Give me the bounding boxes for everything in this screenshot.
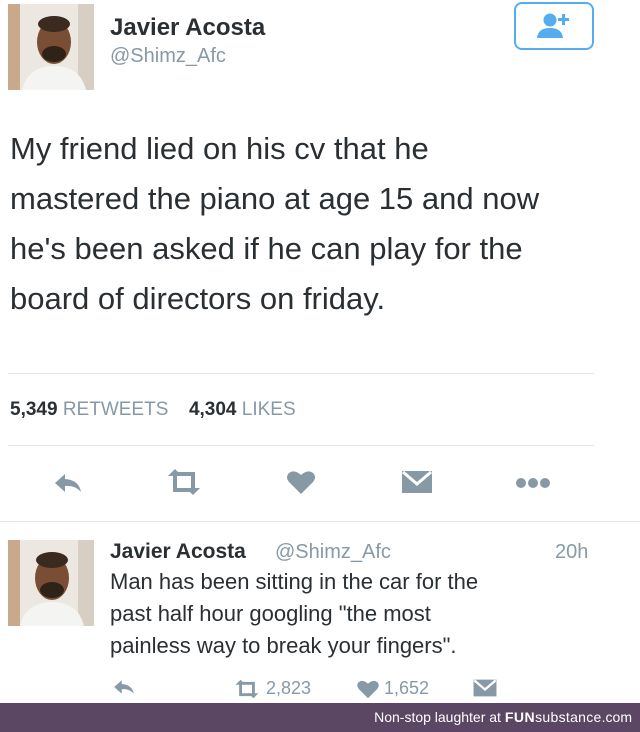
reply-text: Man has been sitting in the car for the …: [110, 566, 630, 662]
divider: [0, 521, 640, 522]
reply-retweet-button[interactable]: 2,823: [232, 678, 311, 699]
reply-button[interactable]: [50, 468, 86, 498]
reply-reply-button[interactable]: [112, 678, 140, 696]
watermark-brand-rest: substance: [535, 709, 602, 725]
direct-message-icon: [402, 470, 432, 493]
reply-retweet-count: 2,823: [266, 678, 312, 698]
tweet-stats: 5,349 RETWEETS 4,304 LIKES: [10, 399, 296, 421]
like-stat[interactable]: 4,304 LIKES: [189, 399, 296, 420]
follow-user-icon: [537, 13, 569, 38]
author-handle[interactable]: @Shimz_Afc: [110, 45, 226, 68]
tweet-text-line: board of directors on friday.: [10, 281, 386, 316]
retweet-label: RETWEETS: [62, 399, 169, 420]
author-avatar[interactable]: [8, 4, 94, 90]
avatar-photo: [8, 540, 94, 626]
like-button[interactable]: [284, 467, 318, 497]
follow-button[interactable]: [514, 2, 594, 50]
reply-dm-button[interactable]: [472, 678, 502, 698]
retweet-icon: [235, 679, 259, 698]
author-name[interactable]: Javier Acosta: [110, 14, 265, 42]
tweet-text-line: mastered the piano at age 15 and now: [10, 181, 540, 216]
reply-text-line: past half hour googling "the most: [110, 601, 431, 626]
divider: [8, 445, 594, 446]
retweet-button[interactable]: [162, 466, 206, 498]
reply-like-button[interactable]: 1,652: [356, 678, 429, 699]
reply-author-handle[interactable]: @Shimz_Afc: [275, 541, 391, 564]
watermark-prefix: Non-stop laughter at: [374, 709, 505, 725]
like-label: LIKES: [241, 399, 296, 420]
heart-icon: [287, 471, 315, 494]
reply-author-avatar[interactable]: [8, 540, 94, 626]
divider: [8, 373, 594, 374]
watermark-suffix: .com: [601, 709, 632, 725]
watermark-text: Non-stop laughter at FUNsubstance.com: [374, 709, 632, 725]
reply-text-line: painless way to break your fingers".: [110, 633, 457, 658]
tweet-text-line: My friend lied on his cv that he: [10, 131, 429, 166]
direct-message-icon: [473, 679, 497, 697]
like-count: 4,304: [188, 399, 237, 420]
tweet-text: My friend lied on his cv that he mastere…: [10, 124, 610, 324]
reply-icon: [55, 474, 81, 492]
reply-author-name[interactable]: Javier Acosta: [110, 540, 246, 564]
more-button[interactable]: [512, 472, 554, 494]
reply-icon: [114, 680, 134, 694]
tweet-text-line: he's been asked if he can play for the: [10, 231, 523, 266]
direct-message-button[interactable]: [398, 468, 436, 496]
reply-like-count: 1,652: [384, 678, 430, 698]
retweet-stat[interactable]: 5,349 RETWEETS: [10, 399, 174, 420]
reply-text-line: Man has been sitting in the car for the: [110, 569, 479, 594]
reply-timestamp[interactable]: 20h: [555, 541, 588, 564]
retweet-count: 5,349: [10, 399, 58, 420]
watermark-brand-bold: FUN: [504, 709, 536, 725]
avatar-photo: [8, 4, 94, 90]
retweet-icon: [168, 469, 200, 495]
more-icon: [516, 478, 550, 488]
watermark-bar: Non-stop laughter at FUNsubstance.com: [0, 703, 640, 732]
heart-icon: [357, 680, 379, 698]
